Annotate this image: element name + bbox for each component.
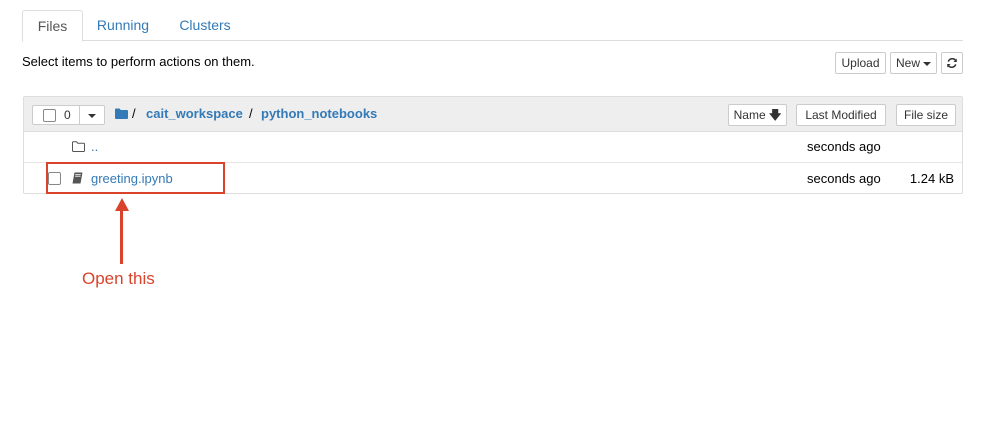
instructions-text: Select items to perform actions on them. bbox=[22, 54, 255, 69]
folder-icon[interactable] bbox=[115, 108, 128, 119]
list-item[interactable]: .. seconds ago bbox=[24, 131, 962, 163]
sort-file-size-label: File size bbox=[903, 108, 948, 122]
file-size: 1.24 kB bbox=[909, 171, 954, 186]
select-all-checkbox[interactable] bbox=[43, 109, 56, 122]
new-dropdown-button[interactable]: New bbox=[890, 52, 937, 74]
sort-name-button[interactable]: Name 🡇 bbox=[728, 104, 787, 126]
upload-button[interactable]: Upload bbox=[835, 52, 886, 74]
parent-folder-link[interactable]: .. bbox=[91, 139, 98, 154]
modified-time: seconds ago bbox=[807, 139, 881, 154]
breadcrumb-separator: / bbox=[249, 106, 253, 121]
breadcrumb-separator: / bbox=[132, 106, 136, 121]
tab-running[interactable]: Running bbox=[88, 10, 158, 40]
refresh-button[interactable] bbox=[941, 52, 963, 74]
annotation-arrow bbox=[120, 208, 123, 264]
sort-last-modified-button[interactable]: Last Modified bbox=[796, 104, 886, 126]
tab-files[interactable]: Files bbox=[22, 10, 83, 42]
folder-outline-icon bbox=[72, 141, 85, 152]
caret-down-icon bbox=[88, 113, 96, 118]
select-all-control[interactable]: 0 bbox=[32, 105, 80, 125]
new-button-label: New bbox=[895, 56, 920, 70]
refresh-icon bbox=[947, 57, 957, 69]
upload-button-label: Upload bbox=[841, 56, 880, 70]
select-menu-button[interactable] bbox=[79, 105, 105, 125]
annotation-text: Open this bbox=[82, 269, 155, 288]
sort-last-modified-label: Last Modified bbox=[805, 108, 877, 122]
file-list-header: 0 / cait_workspace / python_notebooks Na… bbox=[24, 97, 962, 132]
highlight-box bbox=[46, 162, 225, 194]
breadcrumb-python-notebooks[interactable]: python_notebooks bbox=[261, 106, 377, 121]
sort-file-size-button[interactable]: File size bbox=[896, 104, 956, 126]
arrow-down-icon: 🡇 bbox=[769, 108, 782, 122]
sort-name-label: Name bbox=[733, 108, 766, 122]
modified-time: seconds ago bbox=[807, 171, 881, 186]
tab-bar: Files Running Clusters bbox=[22, 10, 963, 42]
selected-count: 0 bbox=[64, 108, 71, 122]
tab-clusters[interactable]: Clusters bbox=[170, 10, 240, 40]
caret-down-icon bbox=[923, 61, 931, 66]
breadcrumb-cait-workspace[interactable]: cait_workspace bbox=[146, 106, 243, 121]
